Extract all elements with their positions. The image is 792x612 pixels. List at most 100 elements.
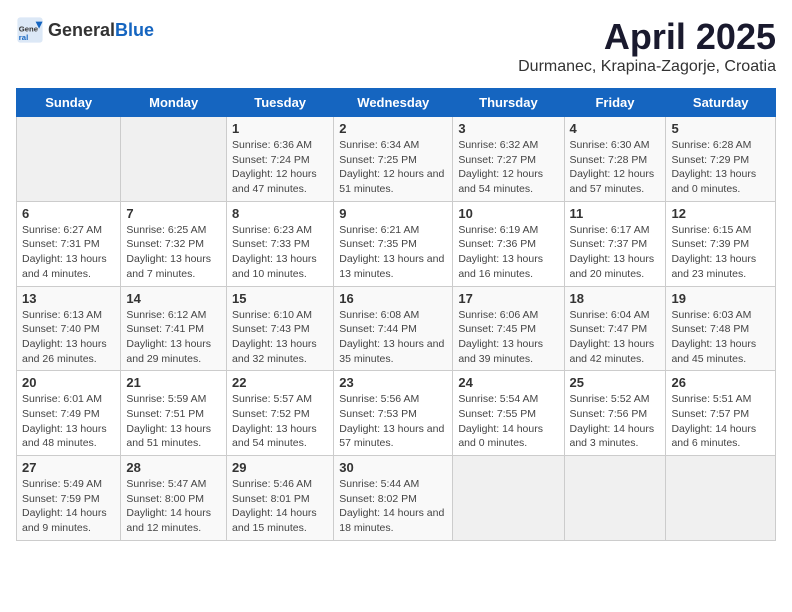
- calendar-cell: 2 Sunrise: 6:34 AM Sunset: 7:25 PM Daylig…: [334, 117, 453, 202]
- day-number: 17: [458, 291, 558, 306]
- calendar-cell: 20 Sunrise: 6:01 AM Sunset: 7:49 PM Dayli…: [17, 371, 121, 456]
- calendar-cell: 29 Sunrise: 5:46 AM Sunset: 8:01 PM Dayli…: [227, 456, 334, 541]
- day-info: Sunrise: 6:34 AM Sunset: 7:25 PM Dayligh…: [339, 138, 447, 197]
- day-info: Sunrise: 6:04 AM Sunset: 7:47 PM Dayligh…: [570, 308, 661, 367]
- day-number: 23: [339, 375, 447, 390]
- day-info: Sunrise: 6:23 AM Sunset: 7:33 PM Dayligh…: [232, 223, 328, 282]
- day-info: Sunrise: 5:59 AM Sunset: 7:51 PM Dayligh…: [126, 392, 221, 451]
- calendar-cell: 6Sunrise: 6:27 AM Sunset: 7:31 PM Daylig…: [17, 201, 121, 286]
- calendar-cell: 25Sunrise: 5:52 AM Sunset: 7:56 PM Dayli…: [564, 371, 666, 456]
- title-block: April 2025 Durmanec, Krapina-Zagorje, Cr…: [518, 16, 776, 76]
- day-info: Sunrise: 6:21 AM Sunset: 7:35 PM Dayligh…: [339, 223, 447, 282]
- day-info: Sunrise: 6:08 AM Sunset: 7:44 PM Dayligh…: [339, 308, 447, 367]
- day-number: 26: [671, 375, 770, 390]
- day-number: 3: [458, 121, 558, 136]
- calendar-cell: 9 Sunrise: 6:21 AM Sunset: 7:35 PM Daylig…: [334, 201, 453, 286]
- day-number: 24: [458, 375, 558, 390]
- weekday-header-saturday: Saturday: [666, 89, 776, 117]
- calendar-cell: 14Sunrise: 6:12 AM Sunset: 7:41 PM Dayli…: [121, 286, 227, 371]
- day-info: Sunrise: 5:44 AM Sunset: 8:02 PM Dayligh…: [339, 477, 447, 536]
- calendar-cell: 5 Sunrise: 6:28 AM Sunset: 7:29 PM Daylig…: [666, 117, 776, 202]
- calendar-cell: 11Sunrise: 6:17 AM Sunset: 7:37 PM Dayli…: [564, 201, 666, 286]
- day-info: Sunrise: 6:25 AM Sunset: 7:32 PM Dayligh…: [126, 223, 221, 282]
- day-info: Sunrise: 5:57 AM Sunset: 7:52 PM Dayligh…: [232, 392, 328, 451]
- weekday-header-friday: Friday: [564, 89, 666, 117]
- day-info: Sunrise: 5:54 AM Sunset: 7:55 PM Dayligh…: [458, 392, 558, 451]
- calendar-cell: 21Sunrise: 5:59 AM Sunset: 7:51 PM Dayli…: [121, 371, 227, 456]
- day-number: 20: [22, 375, 115, 390]
- location-title: Durmanec, Krapina-Zagorje, Croatia: [518, 58, 776, 76]
- calendar-cell: 24 Sunrise: 5:54 AM Sunset: 7:55 PM Dayli…: [453, 371, 564, 456]
- day-number: 1: [232, 121, 328, 136]
- calendar-cell: [666, 456, 776, 541]
- day-info: Sunrise: 6:36 AM Sunset: 7:24 PM Dayligh…: [232, 138, 328, 197]
- weekday-header-sunday: Sunday: [17, 89, 121, 117]
- day-info: Sunrise: 6:13 AM Sunset: 7:40 PM Dayligh…: [22, 308, 115, 367]
- month-title: April 2025: [518, 16, 776, 58]
- calendar-cell: 23 Sunrise: 5:56 AM Sunset: 7:53 PM Dayli…: [334, 371, 453, 456]
- day-number: 12: [671, 206, 770, 221]
- day-number: 9: [339, 206, 447, 221]
- day-number: 11: [570, 206, 661, 221]
- day-number: 27: [22, 460, 115, 475]
- calendar-cell: 26 Sunrise: 5:51 AM Sunset: 7:57 PM Dayli…: [666, 371, 776, 456]
- day-number: 30: [339, 460, 447, 475]
- day-info: Sunrise: 6:27 AM Sunset: 7:31 PM Dayligh…: [22, 223, 115, 282]
- calendar-cell: [564, 456, 666, 541]
- day-info: Sunrise: 6:10 AM Sunset: 7:43 PM Dayligh…: [232, 308, 328, 367]
- day-info: Sunrise: 6:03 AM Sunset: 7:48 PM Dayligh…: [671, 308, 770, 367]
- page-header: Gene ral GeneralBlue April 2025 Durmanec…: [16, 16, 776, 76]
- day-number: 29: [232, 460, 328, 475]
- day-number: 28: [126, 460, 221, 475]
- calendar-week-row: 27 Sunrise: 5:49 AM Sunset: 7:59 PM Dayli…: [17, 456, 776, 541]
- day-number: 13: [22, 291, 115, 306]
- day-info: Sunrise: 6:32 AM Sunset: 7:27 PM Dayligh…: [458, 138, 558, 197]
- weekday-header-thursday: Thursday: [453, 89, 564, 117]
- day-number: 15: [232, 291, 328, 306]
- calendar-cell: 22 Sunrise: 5:57 AM Sunset: 7:52 PM Dayli…: [227, 371, 334, 456]
- day-number: 7: [126, 206, 221, 221]
- day-info: Sunrise: 5:56 AM Sunset: 7:53 PM Dayligh…: [339, 392, 447, 451]
- day-number: 25: [570, 375, 661, 390]
- day-info: Sunrise: 6:15 AM Sunset: 7:39 PM Dayligh…: [671, 223, 770, 282]
- calendar-table: SundayMondayTuesdayWednesdayThursdayFrid…: [16, 88, 776, 541]
- logo: Gene ral GeneralBlue: [16, 16, 154, 44]
- day-number: 22: [232, 375, 328, 390]
- day-info: Sunrise: 6:01 AM Sunset: 7:49 PM Dayligh…: [22, 392, 115, 451]
- day-number: 5: [671, 121, 770, 136]
- day-number: 16: [339, 291, 447, 306]
- day-info: Sunrise: 5:47 AM Sunset: 8:00 PM Dayligh…: [126, 477, 221, 536]
- weekday-header-wednesday: Wednesday: [334, 89, 453, 117]
- day-info: Sunrise: 5:46 AM Sunset: 8:01 PM Dayligh…: [232, 477, 328, 536]
- weekday-header-row: SundayMondayTuesdayWednesdayThursdayFrid…: [17, 89, 776, 117]
- calendar-cell: 30 Sunrise: 5:44 AM Sunset: 8:02 PM Dayli…: [334, 456, 453, 541]
- day-info: Sunrise: 6:28 AM Sunset: 7:29 PM Dayligh…: [671, 138, 770, 197]
- calendar-cell: 13 Sunrise: 6:13 AM Sunset: 7:40 PM Dayli…: [17, 286, 121, 371]
- calendar-cell: 15 Sunrise: 6:10 AM Sunset: 7:43 PM Dayli…: [227, 286, 334, 371]
- day-number: 8: [232, 206, 328, 221]
- calendar-cell: 28 Sunrise: 5:47 AM Sunset: 8:00 PM Dayli…: [121, 456, 227, 541]
- weekday-header-tuesday: Tuesday: [227, 89, 334, 117]
- day-info: Sunrise: 5:51 AM Sunset: 7:57 PM Dayligh…: [671, 392, 770, 451]
- day-number: 2: [339, 121, 447, 136]
- calendar-cell: 10Sunrise: 6:19 AM Sunset: 7:36 PM Dayli…: [453, 201, 564, 286]
- day-info: Sunrise: 6:30 AM Sunset: 7:28 PM Dayligh…: [570, 138, 661, 197]
- calendar-cell: 17Sunrise: 6:06 AM Sunset: 7:45 PM Dayli…: [453, 286, 564, 371]
- calendar-cell: 12 Sunrise: 6:15 AM Sunset: 7:39 PM Dayli…: [666, 201, 776, 286]
- calendar-cell: 4Sunrise: 6:30 AM Sunset: 7:28 PM Daylig…: [564, 117, 666, 202]
- day-info: Sunrise: 6:12 AM Sunset: 7:41 PM Dayligh…: [126, 308, 221, 367]
- logo-blue-text: Blue: [115, 20, 154, 40]
- calendar-cell: [17, 117, 121, 202]
- calendar-cell: 7 Sunrise: 6:25 AM Sunset: 7:32 PM Daylig…: [121, 201, 227, 286]
- day-info: Sunrise: 5:49 AM Sunset: 7:59 PM Dayligh…: [22, 477, 115, 536]
- calendar-cell: [121, 117, 227, 202]
- calendar-cell: 18Sunrise: 6:04 AM Sunset: 7:47 PM Dayli…: [564, 286, 666, 371]
- calendar-cell: 8 Sunrise: 6:23 AM Sunset: 7:33 PM Daylig…: [227, 201, 334, 286]
- calendar-cell: 16 Sunrise: 6:08 AM Sunset: 7:44 PM Dayli…: [334, 286, 453, 371]
- calendar-week-row: 20 Sunrise: 6:01 AM Sunset: 7:49 PM Dayli…: [17, 371, 776, 456]
- calendar-week-row: 1 Sunrise: 6:36 AM Sunset: 7:24 PM Daylig…: [17, 117, 776, 202]
- calendar-cell: 3 Sunrise: 6:32 AM Sunset: 7:27 PM Daylig…: [453, 117, 564, 202]
- day-info: Sunrise: 6:19 AM Sunset: 7:36 PM Dayligh…: [458, 223, 558, 282]
- calendar-cell: [453, 456, 564, 541]
- weekday-header-monday: Monday: [121, 89, 227, 117]
